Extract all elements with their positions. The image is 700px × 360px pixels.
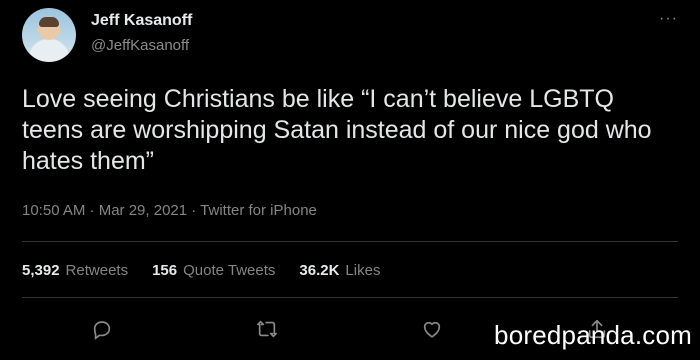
author-handle[interactable]: @JeffKasanoff bbox=[91, 37, 189, 54]
likes-count: 36.2K bbox=[299, 262, 340, 279]
avatar[interactable] bbox=[22, 8, 76, 62]
tweet-text: Love seeing Christians be like “I can’t … bbox=[22, 85, 652, 175]
likes-stat[interactable]: 36.2K Likes bbox=[299, 262, 380, 279]
reply-button[interactable] bbox=[89, 316, 115, 342]
quote-tweets-count: 156 bbox=[152, 262, 178, 279]
author-name[interactable]: Jeff Kasanoff bbox=[91, 12, 192, 30]
like-button[interactable] bbox=[419, 316, 445, 342]
quote-tweets-stat[interactable]: 156 Quote Tweets bbox=[152, 262, 275, 279]
retweet-button[interactable] bbox=[254, 316, 280, 342]
retweets-count: 5,392 bbox=[22, 262, 60, 279]
divider bbox=[22, 241, 678, 242]
watermark: boredpanda.com bbox=[494, 320, 692, 350]
tweet-stats: 5,392 Retweets 156 Quote Tweets 36.2K Li… bbox=[22, 262, 380, 279]
likes-label: Likes bbox=[345, 262, 381, 279]
retweets-stat[interactable]: 5,392 Retweets bbox=[22, 262, 128, 279]
more-icon[interactable]: ··· bbox=[659, 10, 678, 28]
divider bbox=[22, 297, 678, 298]
retweets-label: Retweets bbox=[65, 262, 129, 279]
tweet-card: Jeff Kasanoff @JeffKasanoff ··· Love see… bbox=[0, 0, 700, 360]
retweet-icon bbox=[257, 320, 277, 338]
heart-icon bbox=[423, 321, 441, 338]
reply-icon bbox=[93, 321, 111, 340]
avatar-hair bbox=[39, 17, 59, 27]
tweet-meta: 10:50 AM · Mar 29, 2021 · Twitter for iP… bbox=[22, 202, 317, 219]
quote-tweets-label: Quote Tweets bbox=[183, 262, 276, 279]
